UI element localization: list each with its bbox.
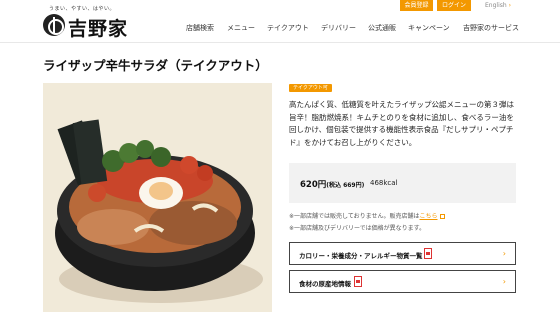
nav-store-search[interactable]: 店舗検索 <box>186 23 214 33</box>
login-button[interactable]: ログイン <box>437 0 471 11</box>
product-photo <box>43 83 272 312</box>
logo-tagline: うまい、やすい、はやい。 <box>49 6 116 12</box>
store-note-text: ※一部店舗では販売しておりません。販売店舗は <box>289 213 420 220</box>
product-description: 高たんぱく質、低糖質を叶えたライザップ公認メニューの第３弾は旨辛！脂肪燃焼系！キ… <box>289 100 514 147</box>
nav-takeout[interactable]: テイクアウト <box>267 23 309 33</box>
store-list-link[interactable]: こちら <box>420 213 438 220</box>
page-title: ライザップ辛牛サラダ（テイクアウト） <box>43 58 268 73</box>
nav-services[interactable]: 吉野家のサービス <box>463 23 519 33</box>
nav-menu[interactable]: メニュー <box>227 23 255 33</box>
logo-text: 吉野家 <box>68 18 129 40</box>
price-difference-note: ※一部店舗及びデリバリーでは価格が異なります。 <box>289 225 426 232</box>
site-logo[interactable]: うまい、やすい、はやい。 吉野家 <box>43 5 131 40</box>
pdf-icon <box>424 248 432 259</box>
price-base: 620円 <box>300 180 327 190</box>
ingredient-origin-button[interactable]: 食材の原産地情報 › <box>289 270 516 293</box>
chevron-right-icon: › <box>502 277 506 286</box>
nav-online-shop[interactable]: 公式通販 <box>368 23 396 33</box>
external-link-icon <box>439 214 445 219</box>
site-header: うまい、やすい、はやい。 吉野家 会員登録 ログイン English › 店舗検… <box>0 0 560 43</box>
chevron-right-icon: › <box>508 2 511 9</box>
chevron-right-icon: › <box>502 249 506 258</box>
nav-campaign[interactable]: キャンペーン <box>408 23 450 33</box>
logo-mark-icon <box>43 14 65 36</box>
pdf-icon <box>354 276 362 287</box>
price-value: 620円(税込 669円) <box>300 178 364 190</box>
takeout-badge: テイクアウト可 <box>289 84 332 92</box>
price-tax: (税込 669円) <box>326 182 365 189</box>
store-availability-note: ※一部店舗では販売しておりません。販売店舗はこちら <box>289 211 445 220</box>
origin-button-label: 食材の原産地情報 <box>299 280 351 288</box>
language-label: English <box>485 2 507 9</box>
nutrition-button-label: カロリー・栄養成分・アレルギー物質一覧 <box>299 252 423 260</box>
register-button[interactable]: 会員登録 <box>400 0 433 11</box>
price-box: 620円(税込 669円) 468kcal <box>289 163 516 203</box>
language-link[interactable]: English › <box>485 0 511 11</box>
nav-delivery[interactable]: デリバリー <box>321 23 356 33</box>
calories-value: 468kcal <box>370 179 398 187</box>
nutrition-allergen-button[interactable]: カロリー・栄養成分・アレルギー物質一覧 › <box>289 242 516 265</box>
